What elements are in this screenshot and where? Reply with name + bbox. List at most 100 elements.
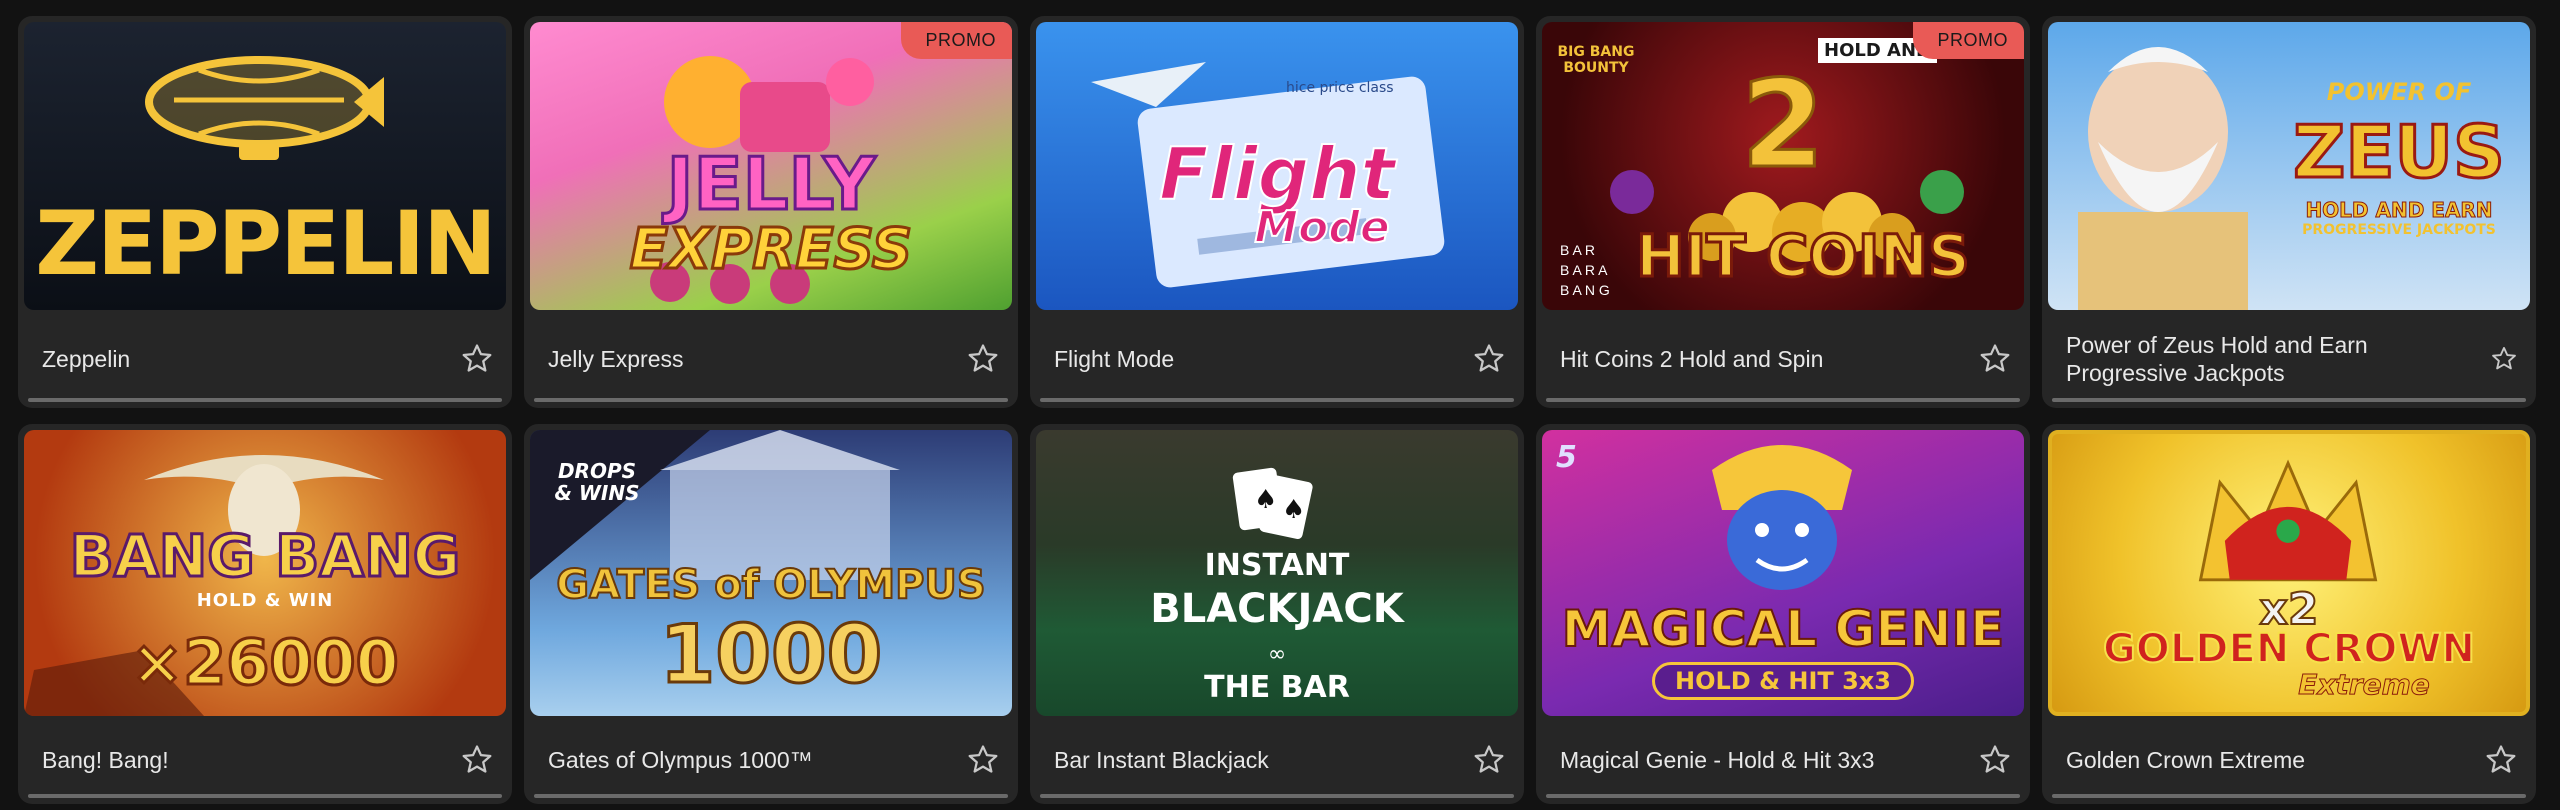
studio-logo: B A R B A R A B A N G <box>1560 240 1610 300</box>
favorite-star-icon[interactable] <box>1978 342 2012 376</box>
game-thumbnail[interactable]: 5 MAGICAL GENIE HOLD & HIT 3x3 <box>1542 430 2024 716</box>
game-title: Golden Crown Extreme <box>2066 747 2306 773</box>
game-card-footer: Bang! Bang! <box>24 716 506 804</box>
game-title: Gates of Olympus 1000™ <box>548 747 813 773</box>
card-progress-fill <box>2052 794 2526 798</box>
studio-logo-line: B A R A <box>1560 262 1608 278</box>
game-big-number: 2 <box>1740 55 1827 197</box>
promo-badge: PROMO <box>901 22 1012 59</box>
card-progress-track <box>534 398 1008 402</box>
game-grid: ZEPPELIN Zeppelin JELLY EXPRESS PROMO Je… <box>18 16 2536 804</box>
card-progress-track <box>2052 398 2526 402</box>
card-progress-fill <box>1546 398 2020 402</box>
svg-text:♠: ♠ <box>1282 495 1305 525</box>
card-progress-fill <box>1546 794 2020 798</box>
ticket-text: hice price class <box>1286 80 1394 96</box>
studio-logo-line: B A R <box>1560 242 1596 258</box>
game-card-magical-genie[interactable]: 5 MAGICAL GENIE HOLD & HIT 3x3 Magical G… <box>1536 424 2030 804</box>
game-title: Power of Zeus Hold and Earn Progressive … <box>2066 332 2368 386</box>
game-card-footer: Gates of Olympus 1000™ <box>530 716 1012 804</box>
card-progress-fill <box>1040 398 1514 402</box>
card-progress-track <box>1040 794 1514 798</box>
game-title: Zeppelin <box>42 346 131 372</box>
game-card-gates-of-olympus[interactable]: DROPS & WINS GATES of OLYMPUS 1000 Gates… <box>524 424 1018 804</box>
favorite-star-icon[interactable] <box>460 342 494 376</box>
card-progress-fill <box>28 794 502 798</box>
game-corner-number: 5 <box>1556 440 1577 475</box>
game-card-zeppelin[interactable]: ZEPPELIN Zeppelin <box>18 16 512 408</box>
card-progress-fill <box>534 794 1008 798</box>
card-progress-track <box>1040 398 1514 402</box>
game-card-golden-crown-extreme[interactable]: x2 GOLDEN CROWN Extreme Golden Crown Ext… <box>2042 424 2536 804</box>
infinity-divider-icon: ∞ <box>1267 642 1287 667</box>
card-progress-fill <box>2052 398 2526 402</box>
game-subtitle: HOLD & WIN <box>196 590 334 611</box>
game-card-power-of-zeus[interactable]: POWER OF ZEUS HOLD AND EARN PROGRESSIVE … <box>2042 16 2536 408</box>
game-thumbnail[interactable]: POWER OF ZEUS HOLD AND EARN PROGRESSIVE … <box>2048 22 2530 310</box>
game-logo-line2: ZEUS <box>2292 109 2507 196</box>
favorite-star-icon[interactable] <box>2484 743 2518 777</box>
game-thumbnail[interactable]: x2 GOLDEN CROWN Extreme <box>2048 430 2530 716</box>
game-title: Magical Genie - Hold & Hit 3x3 <box>1560 747 1875 773</box>
game-card-bar-instant-blackjack[interactable]: ♠ ♠ INSTANT BLACKJACK ∞ THE BAR Bar Inst… <box>1030 424 1524 804</box>
game-multiplier: ×26000 <box>130 625 401 701</box>
game-logo-line2: 1000 <box>658 607 884 703</box>
favorite-star-icon[interactable] <box>966 743 1000 777</box>
favorite-star-icon[interactable] <box>1472 342 1506 376</box>
game-logo-text: BANG BANG <box>68 521 462 592</box>
card-progress-fill <box>28 398 502 402</box>
game-title: Bar Instant Blackjack <box>1054 747 1269 773</box>
game-logo-line1: INSTANT <box>1204 548 1350 583</box>
game-card-footer: Flight Mode <box>1036 310 1518 408</box>
card-progress-track <box>1546 398 2020 402</box>
card-progress-track <box>534 794 1008 798</box>
game-thumbnail[interactable]: hice price class Flight Mode <box>1036 22 1518 310</box>
favorite-star-icon[interactable] <box>460 743 494 777</box>
game-title: Bang! Bang! <box>42 747 169 773</box>
game-card-flight-mode[interactable]: hice price class Flight Mode Flight Mode <box>1030 16 1524 408</box>
game-title: Hit Coins 2 Hold and Spin <box>1560 346 1824 372</box>
game-thumbnail[interactable]: ♠ ♠ INSTANT BLACKJACK ∞ THE BAR <box>1036 430 1518 716</box>
game-logo-line1: POWER OF <box>2326 78 2472 106</box>
game-card-footer: Jelly Express <box>530 310 1012 408</box>
game-card-bang-bang[interactable]: BANG BANG HOLD & WIN ×26000 Bang! Bang! <box>18 424 512 804</box>
game-logo-line3: THE BAR <box>1204 670 1350 705</box>
card-progress-fill <box>534 398 1008 402</box>
game-logo-line1: JELLY <box>665 141 877 228</box>
game-logo-line2: Mode <box>1253 201 1390 254</box>
game-card-footer: Hit Coins 2 Hold and Spin <box>1542 310 2024 408</box>
card-progress-track <box>28 794 502 798</box>
game-logo-line2: HOLD & HIT 3x3 <box>1652 662 1914 700</box>
game-thumbnail[interactable]: JELLY EXPRESS PROMO <box>530 22 1012 310</box>
card-progress-track <box>28 398 502 402</box>
favorite-star-icon[interactable] <box>1978 743 2012 777</box>
game-logo-text: HIT COINS <box>1635 221 1972 292</box>
favorite-star-icon[interactable] <box>966 342 1000 376</box>
studio-logo-line: B A N G <box>1560 282 1610 298</box>
game-logo-line1: GATES of OLYMPUS <box>555 561 986 609</box>
game-card-footer: Bar Instant Blackjack <box>1036 716 1518 804</box>
game-thumbnail[interactable]: DROPS & WINS GATES of OLYMPUS 1000 <box>530 430 1012 716</box>
game-title: Flight Mode <box>1054 346 1175 372</box>
game-thumbnail[interactable]: ZEPPELIN <box>24 22 506 310</box>
svg-text:♠: ♠ <box>1254 485 1277 515</box>
favorite-star-icon[interactable] <box>1472 743 1506 777</box>
game-card-footer: Magical Genie - Hold & Hit 3x3 <box>1542 716 2024 804</box>
promo-badge: PROMO <box>1913 22 2024 59</box>
game-card-hit-coins[interactable]: BIG BANG BOUNTY HOLD AND 2 HIT COINS B A… <box>1536 16 2030 408</box>
favorite-star-icon[interactable] <box>2490 345 2518 373</box>
game-card-footer: Power of Zeus Hold and Earn Progressive … <box>2048 310 2530 408</box>
game-card-footer: Golden Crown Extreme <box>2048 716 2530 804</box>
game-logo-line4: PROGRESSIVE JACKPOTS <box>2302 222 2496 238</box>
game-logo-line3: Extreme <box>2298 668 2431 702</box>
card-progress-track <box>2052 794 2526 798</box>
game-badge: DROPS & WINS <box>554 459 640 505</box>
game-logo-text: ZEPPELIN <box>35 192 497 295</box>
game-thumbnail[interactable]: BIG BANG BOUNTY HOLD AND 2 HIT COINS B A… <box>1542 22 2024 310</box>
game-logo-line3: HOLD AND EARN <box>2305 198 2493 223</box>
game-card-jelly-express[interactable]: JELLY EXPRESS PROMO Jelly Express <box>524 16 1018 408</box>
game-card-footer: Zeppelin <box>24 310 506 408</box>
game-thumbnail[interactable]: BANG BANG HOLD & WIN ×26000 <box>24 430 506 716</box>
game-logo-line1: MAGICAL GENIE <box>1561 599 2006 659</box>
card-progress-track <box>1546 794 2020 798</box>
